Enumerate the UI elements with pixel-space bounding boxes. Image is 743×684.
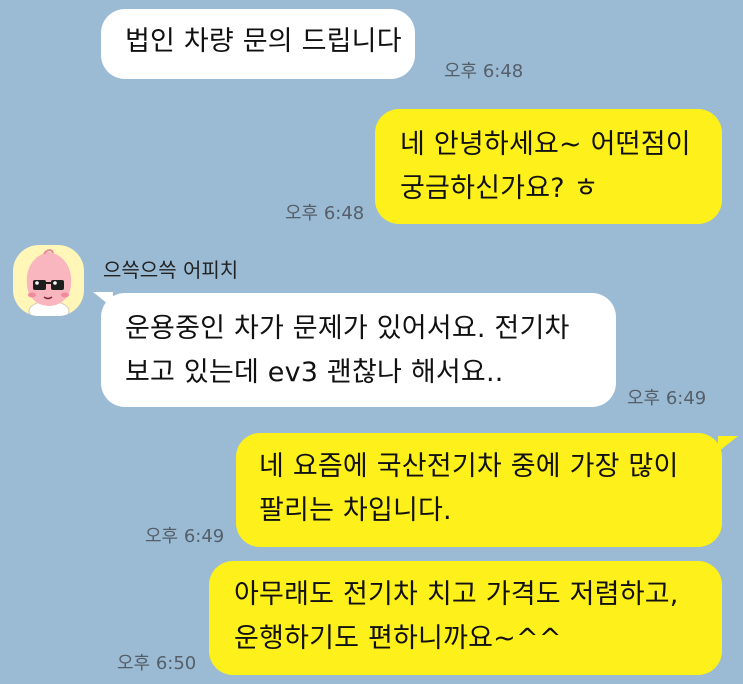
message-text: 궁금하신가요? ㅎ	[400, 173, 599, 204]
message-timestamp: 오후 6:48	[444, 61, 524, 82]
message-text: 보고 있는데 ev3 괜찮나 해서요..	[125, 357, 504, 388]
message-timestamp: 오후 6:49	[627, 388, 707, 409]
message-text: 네 요즘에 국산전기차 중에 가장 많이	[259, 451, 679, 482]
peach-character-icon	[26, 249, 72, 316]
profile-avatar[interactable]	[13, 245, 84, 316]
message-bubble-outgoing[interactable]: 네 요즘에 국산전기차 중에 가장 많이 팔리는 차입니다.	[236, 433, 722, 547]
message-bubble-outgoing[interactable]: 아무래도 전기차 치고 가격도 저렴하고, 운행하기도 편하니까요~^^	[209, 561, 722, 675]
message-text: 법인 차량 문의 드립니다	[125, 26, 402, 57]
message-timestamp: 오후 6:48	[285, 203, 365, 224]
message-text: 운행하기도 편하니까요~^^	[234, 623, 562, 654]
message-bubble-outgoing[interactable]: 네 안녕하세요~ 어떤점이 궁금하신가요? ㅎ	[375, 109, 722, 224]
message-bubble-incoming[interactable]: 운용중인 차가 문제가 있어서요. 전기차 보고 있는데 ev3 괜찮나 해서요…	[101, 293, 616, 407]
message-bubble-incoming[interactable]: 법인 차량 문의 드립니다	[101, 9, 415, 79]
message-text: 네 안녕하세요~ 어떤점이	[400, 129, 691, 160]
message-text: 운용중인 차가 문제가 있어서요. 전기차	[125, 313, 570, 344]
message-text: 아무래도 전기차 치고 가격도 저렴하고,	[234, 579, 679, 610]
message-timestamp: 오후 6:50	[117, 653, 197, 674]
sender-name: 으쓱으쓱 어피치	[103, 258, 239, 282]
message-timestamp: 오후 6:49	[145, 526, 225, 547]
message-text: 팔리는 차입니다.	[259, 495, 452, 526]
